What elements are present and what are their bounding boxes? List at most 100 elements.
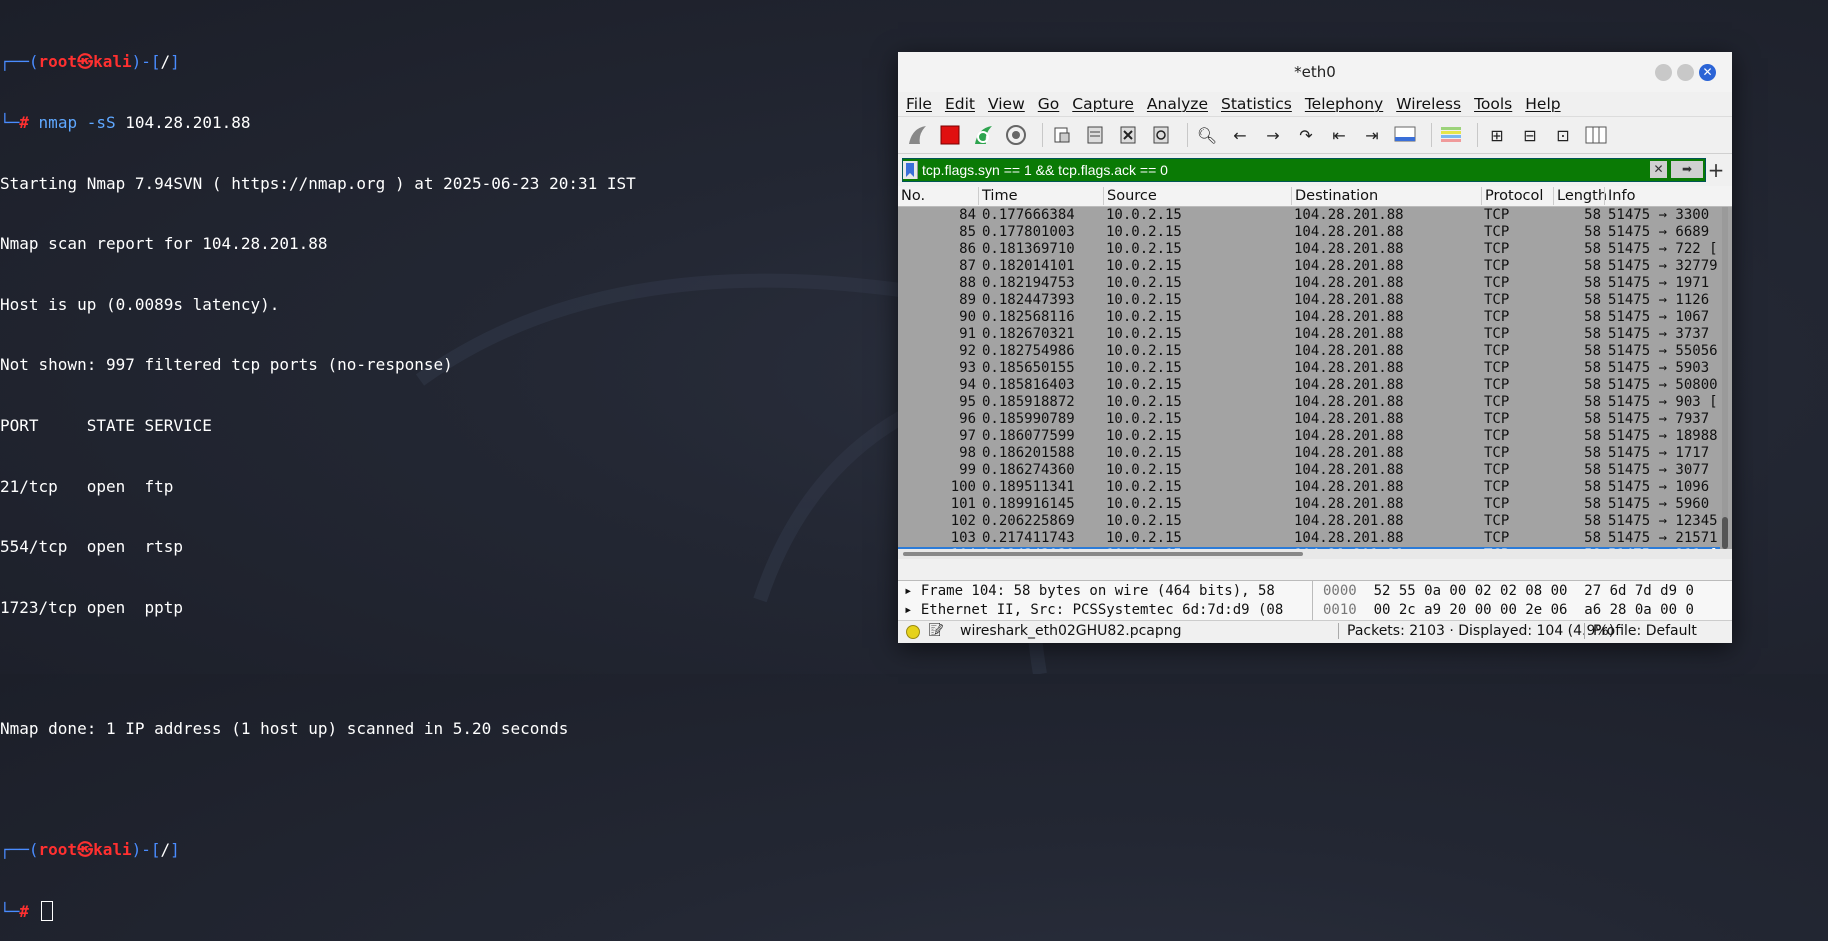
menu-statistics[interactable]: Statistics [1221,95,1292,113]
table-row[interactable]: 92 0.182754986 10.0.2.15 104.28.201.88 TCP 58… [898,343,1720,360]
zoom-in-icon[interactable]: ⊞ [1484,122,1510,148]
detail-tree-item[interactable]: ▸ Ethernet II, Src: PCSSystemtec 6d:7d:d… [898,602,1308,619]
autoscroll-icon[interactable] [1392,122,1418,148]
packet-details[interactable]: ▸ Frame 104: 58 bytes on wire (464 bits)… [898,581,1308,621]
cell-no: 94 [959,377,976,393]
table-row[interactable]: 85 0.177801003 10.0.2.15 104.28.201.88 TCP 58… [898,224,1720,241]
close-file-icon[interactable] [1115,122,1141,148]
packet-list-scrollbar[interactable] [1722,207,1728,549]
column-header-length[interactable]: Length [1553,187,1607,205]
resize-columns-icon[interactable] [1583,122,1609,148]
menu-edit[interactable]: Edit [945,95,975,113]
table-row[interactable]: 91 0.182670321 10.0.2.15 104.28.201.88 TCP 58… [898,326,1720,343]
close-button[interactable]: ✕ [1699,64,1716,81]
cell-no: 90 [959,309,976,325]
packet-list[interactable]: 1040.22434393910.0.2.15104.28.201.88TCP5… [898,207,1732,549]
column-header-info[interactable]: Info [1604,187,1635,205]
command-line[interactable]: └─# [0,900,880,921]
cell-proto: TCP [1484,462,1510,478]
last-packet-icon[interactable]: ⇥ [1359,122,1385,148]
menu-telephony[interactable]: Telephony [1305,95,1383,113]
table-row[interactable]: 100 0.189511341 10.0.2.15 104.28.201.88 TCP 5… [898,479,1720,496]
cell-src: 10.0.2.15 [1106,394,1182,410]
column-header-source[interactable]: Source [1103,187,1157,205]
column-header-destination[interactable]: Destination [1291,187,1378,205]
minimize-button[interactable] [1655,64,1672,81]
column-header-time[interactable]: Time [978,187,1018,205]
cell-info: 51475 → 1067 [ [1608,309,1718,325]
cell-no: 88 [959,275,976,291]
table-row[interactable]: 101 0.189916145 10.0.2.15 104.28.201.88 TCP 5… [898,496,1720,513]
profile-selector[interactable]: Profile: Default [1584,623,1697,639]
table-row[interactable]: 86 0.181369710 10.0.2.15 104.28.201.88 TCP 58… [898,241,1720,258]
table-row[interactable]: 103 0.217411743 10.0.2.15 104.28.201.88 TCP 5… [898,530,1720,547]
menu-help[interactable]: Help [1525,95,1560,113]
column-header-no[interactable]: No. [898,187,925,205]
packet-bytes[interactable]: 0000 52 55 0a 00 02 02 08 00 27 6d 7d d9… [1312,581,1723,621]
table-row[interactable]: 102 0.206225869 10.0.2.15 104.28.201.88 TCP 5… [898,513,1720,530]
reload-file-icon[interactable] [1148,122,1174,148]
cell-time: 0.177666384 [982,207,1075,223]
cell-info: 51475 → 3300 [ [1608,207,1718,223]
table-row[interactable]: 88 0.182194753 10.0.2.15 104.28.201.88 TCP 58… [898,275,1720,292]
menu-tools[interactable]: Tools [1474,95,1512,113]
restart-capture-icon[interactable] [970,122,996,148]
go-forward-icon[interactable]: → [1260,122,1286,148]
filter-bookmark-icon[interactable] [903,161,918,179]
cell-time: 0.206225869 [982,513,1075,529]
cell-len: 58 [1584,479,1601,495]
zoom-out-icon[interactable]: ⊟ [1517,122,1543,148]
cell-info: 51475 → 32779 [1608,258,1718,274]
table-row[interactable]: 94 0.185816403 10.0.2.15 104.28.201.88 TCP 58… [898,377,1720,394]
first-packet-icon[interactable]: ⇤ [1326,122,1352,148]
apply-filter-icon[interactable]: ➡ [1671,161,1703,178]
table-row[interactable]: 90 0.182568116 10.0.2.15 104.28.201.88 TCP 58… [898,309,1720,326]
cell-info: 51475 → 1096 [ [1608,479,1718,495]
stop-capture-icon[interactable] [937,122,963,148]
hscroll-thumb[interactable] [903,552,1303,556]
command-line: └─# nmap -sS 104.28.201.88 [0,113,251,132]
expert-info-icon[interactable] [906,625,920,639]
capture-comment-icon[interactable]: 📝︎ [928,623,945,638]
cell-info: 51475 → 1971 [ [1608,275,1718,291]
colorize-icon[interactable] [1438,122,1464,148]
table-row[interactable]: 93 0.185650155 10.0.2.15 104.28.201.88 TCP 58… [898,360,1720,377]
open-file-icon[interactable] [1049,122,1075,148]
menu-analyze[interactable]: Analyze [1147,95,1208,113]
go-back-icon[interactable]: ← [1227,122,1253,148]
packet-list-hscroll[interactable] [898,549,1732,559]
menu-capture[interactable]: Capture [1072,95,1134,113]
go-to-packet-icon[interactable]: ↷ [1293,122,1319,148]
table-row[interactable]: 99 0.186274360 10.0.2.15 104.28.201.88 TCP 58… [898,462,1720,479]
scrollbar-thumb[interactable] [1722,517,1728,549]
normal-size-icon[interactable]: ⊡ [1550,122,1576,148]
table-row[interactable]: 95 0.185918872 10.0.2.15 104.28.201.88 TCP 58… [898,394,1720,411]
maximize-button[interactable] [1677,64,1694,81]
menu-file[interactable]: File [906,95,932,113]
menu-wireless[interactable]: Wireless [1396,95,1461,113]
cell-info: 51475 → 722 [ [1608,241,1718,257]
cell-time: 0.189511341 [982,479,1075,495]
display-filter-input[interactable]: tcp.flags.syn == 1 && tcp.flags.ack == 0… [902,158,1706,182]
capture-options-icon[interactable] [1003,122,1029,148]
add-filter-button[interactable]: + [1706,158,1726,182]
column-header-protocol[interactable]: Protocol [1481,187,1543,205]
detail-tree-item[interactable]: ▸ Frame 104: 58 bytes on wire (464 bits)… [898,583,1308,600]
find-packet-icon[interactable]: 🔍︎ [1194,122,1220,148]
table-row[interactable]: 97 0.186077599 10.0.2.15 104.28.201.88 TCP 58… [898,428,1720,445]
cell-len: 58 [1584,292,1601,308]
table-row[interactable]: 84 0.177666384 10.0.2.15 104.28.201.88 TCP 58… [898,207,1720,224]
table-row[interactable]: 87 0.182014101 10.0.2.15 104.28.201.88 TCP 58… [898,258,1720,275]
table-row[interactable]: 96 0.185990789 10.0.2.15 104.28.201.88 TCP 58… [898,411,1720,428]
menu-go[interactable]: Go [1038,95,1060,113]
title-bar[interactable]: *eth0 ✕ [898,52,1732,92]
clear-filter-icon[interactable]: ✕ [1650,161,1667,178]
shark-fin-start-icon[interactable] [904,122,930,148]
cell-no: 92 [959,343,976,359]
cell-time: 0.185918872 [982,394,1075,410]
table-row[interactable]: 98 0.186201588 10.0.2.15 104.28.201.88 TCP 58… [898,445,1720,462]
save-file-icon[interactable] [1082,122,1108,148]
terminal[interactable]: ┌──(root㉿kali)-[/] └─# nmap -sS 104.28.2… [0,12,880,941]
table-row[interactable]: 89 0.182447393 10.0.2.15 104.28.201.88 TCP 58… [898,292,1720,309]
menu-view[interactable]: View [988,95,1025,113]
